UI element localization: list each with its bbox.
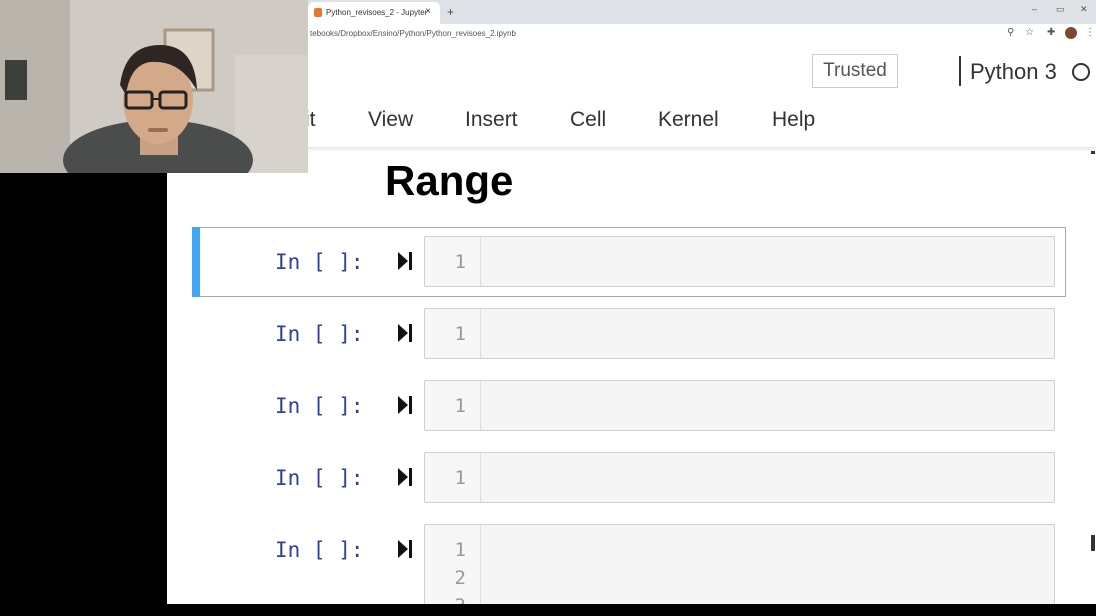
line-number: 1 bbox=[454, 251, 466, 273]
browser-menu-icon[interactable]: ⋮ bbox=[1085, 27, 1095, 38]
profile-avatar[interactable] bbox=[1065, 27, 1077, 39]
menu-insert[interactable]: Insert bbox=[465, 108, 518, 132]
line-number: 3 bbox=[455, 595, 466, 604]
tab-close-icon[interactable]: × bbox=[425, 6, 431, 17]
cell-prompt: In [ ]: bbox=[275, 322, 364, 346]
run-cell-icon[interactable] bbox=[398, 250, 414, 272]
selected-cell-indicator bbox=[192, 227, 200, 297]
scrollbar-thumb[interactable] bbox=[1091, 535, 1095, 551]
line-number: 1 bbox=[454, 395, 466, 417]
line-number: 1 bbox=[454, 323, 466, 345]
zoom-icon[interactable]: ⚲ bbox=[1007, 27, 1014, 38]
line-number: 2 bbox=[454, 567, 466, 589]
tab-title: Python_revisoes_2 - Jupyter Not bbox=[326, 8, 426, 17]
code-input[interactable]: 1 bbox=[424, 308, 1055, 359]
markdown-heading: Range bbox=[385, 157, 514, 204]
menu-help[interactable]: Help bbox=[772, 108, 815, 132]
extension-icon[interactable]: ✚ bbox=[1047, 27, 1055, 38]
code-input[interactable]: 1 bbox=[424, 236, 1055, 287]
trusted-indicator[interactable]: Trusted bbox=[812, 54, 898, 88]
cell-prompt: In [ ]: bbox=[275, 538, 364, 562]
line-gutter: 1 bbox=[425, 309, 481, 358]
minimize-window-button[interactable]: – bbox=[1032, 4, 1037, 14]
close-window-button[interactable]: ✕ bbox=[1080, 4, 1088, 15]
line-gutter: 1 2 3 bbox=[425, 525, 481, 604]
run-cell-icon[interactable] bbox=[398, 538, 414, 560]
browser-tab[interactable]: Python_revisoes_2 - Jupyter Not × bbox=[308, 2, 440, 24]
menu-view[interactable]: View bbox=[368, 108, 413, 132]
line-gutter: 1 bbox=[425, 237, 481, 286]
run-cell-icon[interactable] bbox=[398, 322, 414, 344]
kernel-status-icon bbox=[1072, 63, 1090, 81]
maximize-window-button[interactable]: ▭ bbox=[1056, 4, 1065, 15]
line-number: 1 bbox=[454, 539, 466, 561]
menu-kernel[interactable]: Kernel bbox=[658, 108, 719, 132]
jupyter-favicon-icon bbox=[314, 8, 322, 17]
run-cell-icon[interactable] bbox=[398, 394, 414, 416]
line-gutter: 1 bbox=[425, 381, 481, 430]
line-gutter: 1 bbox=[425, 453, 481, 502]
presenter-video-image bbox=[0, 0, 308, 173]
kernel-separator bbox=[959, 56, 961, 86]
kernel-name: Python 3 bbox=[970, 59, 1057, 84]
new-tab-button[interactable]: + bbox=[447, 5, 454, 19]
code-input[interactable]: 1 2 3 bbox=[424, 524, 1055, 604]
code-input[interactable]: 1 bbox=[424, 452, 1055, 503]
cell-prompt: In [ ]: bbox=[275, 394, 364, 418]
url-field[interactable]: tebooks/Dropbox/Ensino/Python/Python_rev… bbox=[310, 29, 516, 38]
line-number: 1 bbox=[454, 467, 466, 489]
menu-cell[interactable]: Cell bbox=[570, 108, 606, 132]
run-cell-icon[interactable] bbox=[398, 466, 414, 488]
webcam-overlay bbox=[0, 0, 308, 173]
cell-prompt: In [ ]: bbox=[275, 250, 364, 274]
scrollbar-up-arrow[interactable] bbox=[1091, 151, 1095, 154]
bookmark-star-icon[interactable]: ☆ bbox=[1025, 27, 1034, 38]
code-input[interactable]: 1 bbox=[424, 380, 1055, 431]
cell-prompt: In [ ]: bbox=[275, 466, 364, 490]
